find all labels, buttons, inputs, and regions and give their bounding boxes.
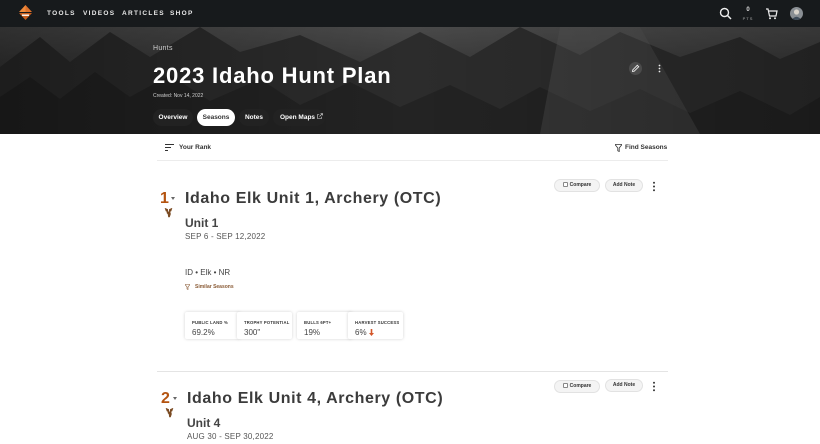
avatar[interactable] [790, 7, 803, 20]
card-more-icon[interactable] [652, 181, 656, 192]
created-date: Created: Nov 14, 2022 [153, 93, 204, 99]
page-title: 2023 Idaho Hunt Plan [153, 63, 392, 88]
stat-value: 300" [244, 328, 261, 337]
stat-label: TROPHY POTENTIAL [244, 320, 290, 325]
unit-name: Unit 4 [187, 416, 221, 430]
rank-number: 1 [160, 190, 169, 207]
open-maps-button[interactable]: Open Maps [273, 109, 325, 126]
stat-public-land: PUBLIC LAND % 69.2% [185, 312, 240, 339]
edit-plan-button[interactable] [629, 62, 642, 75]
compare-label: Compare [569, 182, 592, 188]
stat-value: 19% [304, 328, 321, 337]
search-icon[interactable] [719, 7, 732, 20]
nav-videos-link[interactable]: VIDEOS [83, 10, 115, 17]
stat-value: 6% [355, 328, 367, 337]
add-note-button[interactable]: Add Note [605, 379, 643, 392]
rank-number: 2 [161, 390, 170, 407]
tab-notes[interactable]: Notes [239, 109, 269, 126]
nav-shop-link[interactable]: SHOP [170, 10, 194, 17]
open-maps-label: Open Maps [280, 114, 316, 121]
stat-bulls-6pt: BULLS 6PT+ 19% [297, 312, 352, 339]
compare-button[interactable]: Compare [554, 179, 600, 192]
elk-icon [164, 208, 173, 218]
breadcrumb[interactable]: Hunts [153, 45, 173, 52]
rank-dropdown-caret[interactable] [171, 197, 175, 200]
season-dates: AUG 30 - SEP 30,2022 [187, 432, 274, 441]
card-more-icon[interactable] [652, 381, 656, 392]
logo-icon[interactable] [17, 4, 34, 21]
sort-icon[interactable] [165, 144, 174, 151]
points-display[interactable]: 0 PTS [741, 7, 755, 21]
top-nav: TOOLS VIDEOS ARTICLES SHOP 0 PTS [0, 0, 820, 27]
more-options-button[interactable] [653, 62, 666, 75]
stat-harvest-success: HARVEST SUCCESS 6% [348, 312, 403, 339]
season-tags: ID • Elk • NR [185, 268, 231, 277]
points-value: 0 [746, 7, 750, 13]
compare-checkbox[interactable] [562, 182, 568, 187]
similar-seasons-link[interactable]: Similar Seasons [195, 284, 234, 290]
edit-icon [631, 64, 640, 73]
external-link-icon [317, 113, 323, 119]
stat-trophy-potential: TROPHY POTENTIAL 300" [237, 312, 292, 339]
forest-background-image [0, 27, 820, 134]
nav-tools-link[interactable]: TOOLS [47, 10, 76, 17]
results-toolbar: Your Rank Find Seasons [157, 140, 668, 161]
find-seasons-button[interactable]: Find Seasons [625, 144, 667, 151]
cart-icon[interactable] [765, 7, 778, 20]
hunt-card-1: 1 Idaho Elk Unit 1, Archery (OTC) Unit 1… [157, 170, 668, 370]
season-dates: SEP 6 - SEP 12,2022 [185, 232, 266, 241]
filter-icon [185, 284, 190, 290]
stat-label: PUBLIC LAND % [192, 320, 228, 325]
arrow-down-icon [369, 329, 374, 336]
hero-banner [0, 27, 820, 134]
stat-label: HARVEST SUCCESS [355, 320, 400, 325]
your-rank-label[interactable]: Your Rank [179, 144, 211, 151]
tab-overview[interactable]: Overview [153, 109, 193, 126]
unit-name: Unit 1 [185, 216, 219, 230]
elk-icon [165, 408, 174, 418]
compare-label: Compare [569, 383, 592, 389]
compare-button[interactable]: Compare [554, 380, 600, 393]
stat-label: BULLS 6PT+ [304, 320, 332, 325]
nav-articles-link[interactable]: ARTICLES [122, 10, 165, 17]
season-title[interactable]: Idaho Elk Unit 1, Archery (OTC) [185, 190, 441, 208]
filter-icon[interactable] [615, 144, 622, 152]
add-note-button[interactable]: Add Note [605, 179, 643, 192]
user-avatar-icon [791, 9, 802, 20]
tab-seasons[interactable]: Seasons [197, 109, 235, 126]
stat-value: 69.2% [192, 328, 215, 337]
hunt-card-2: 2 Idaho Elk Unit 4, Archery (OTC) Unit 4… [157, 371, 668, 444]
rank-dropdown-caret[interactable] [173, 397, 177, 400]
season-title[interactable]: Idaho Elk Unit 4, Archery (OTC) [187, 390, 443, 408]
compare-checkbox[interactable] [562, 383, 568, 388]
points-label: PTS [742, 16, 754, 21]
more-icon [658, 64, 661, 73]
